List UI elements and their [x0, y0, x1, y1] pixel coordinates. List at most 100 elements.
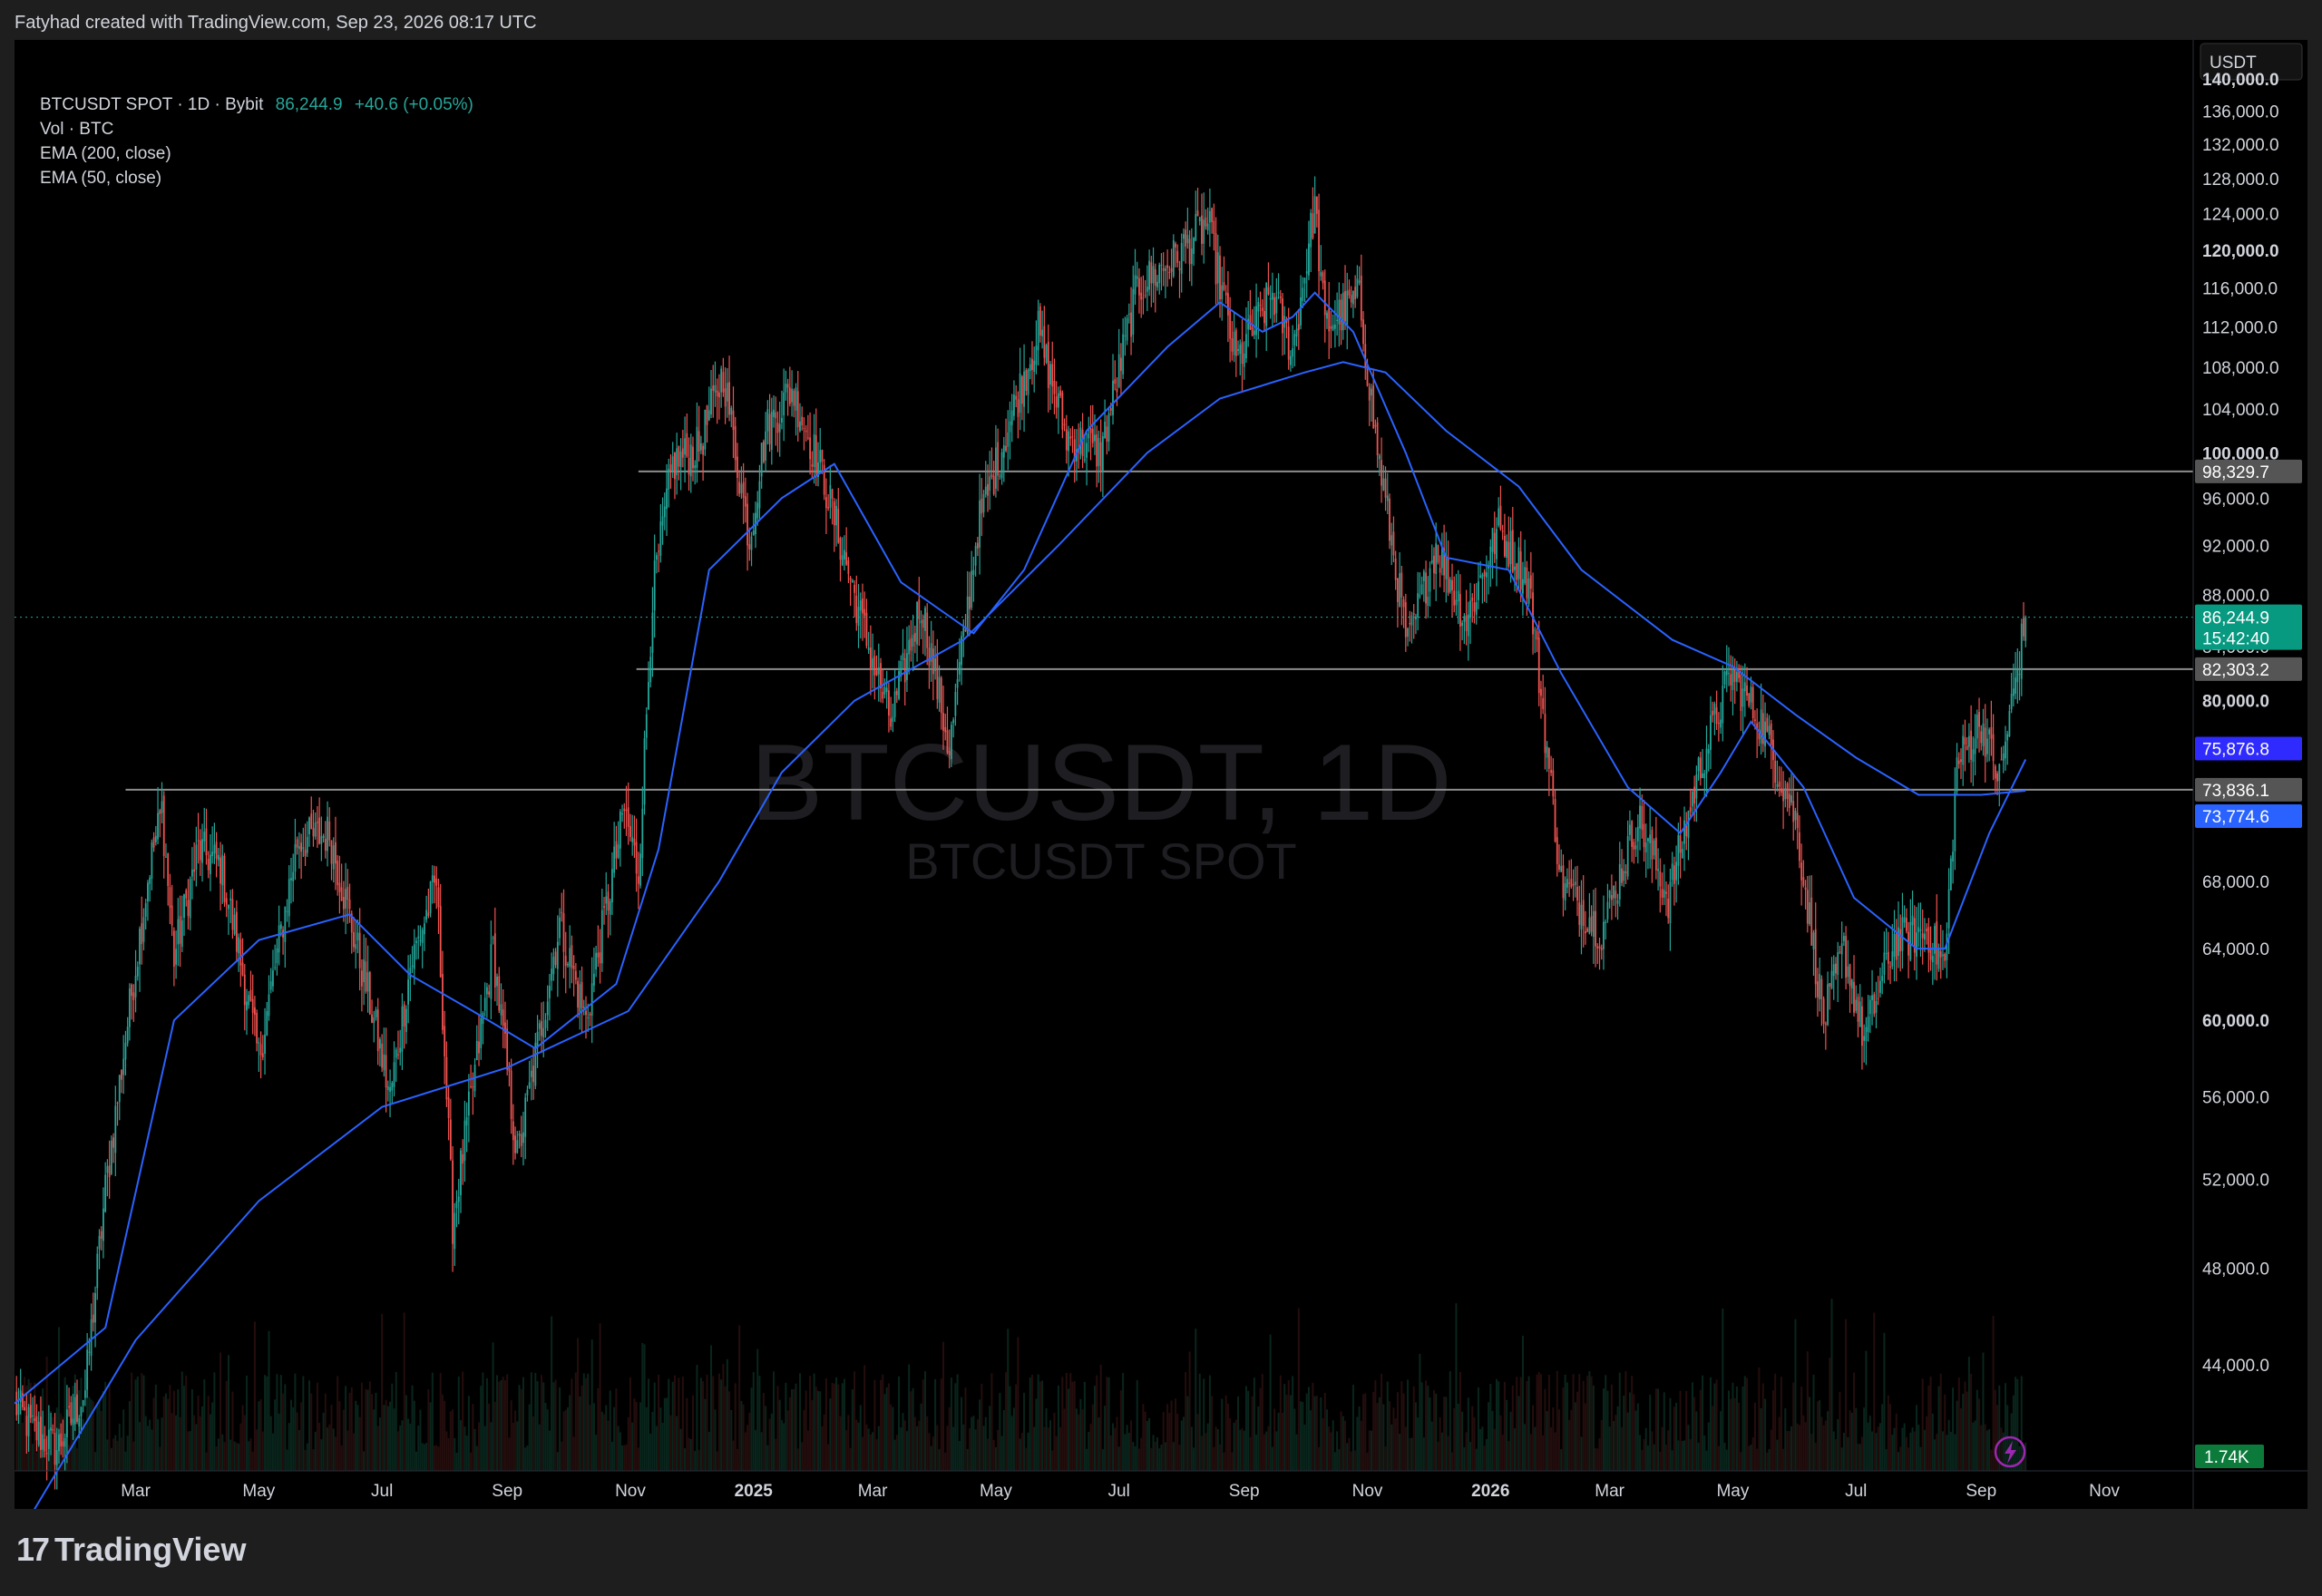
price-axis[interactable]: USDT 140,000.0136,000.0132,000.0128,000.…	[2200, 43, 2303, 1376]
volume-bar	[1427, 1386, 1429, 1471]
candle-body	[859, 600, 862, 611]
legend-ema200[interactable]: EMA (200, close)	[40, 141, 473, 166]
candle-body	[694, 465, 697, 469]
volume-bar	[126, 1435, 129, 1471]
volume-bar	[696, 1365, 698, 1471]
volume-bar	[1049, 1420, 1052, 1471]
volume-bar	[417, 1425, 420, 1471]
candle-body	[193, 869, 196, 872]
chart-canvas[interactable]: BTCUSDT, 1D BTCUSDT SPOT USDT 140,000.01…	[15, 40, 2307, 1509]
volume-bar	[1061, 1377, 1064, 1471]
volume-bar	[1738, 1402, 1741, 1471]
candle-body	[1633, 842, 1635, 850]
candle-body	[1263, 310, 1265, 324]
volume-bar	[83, 1426, 86, 1471]
volume-bar	[1865, 1350, 1868, 1471]
candle-body	[1616, 900, 1619, 904]
candle-body	[1201, 215, 1203, 244]
volume-bar	[609, 1390, 611, 1471]
candle-body	[1002, 444, 1005, 458]
volume-bar	[1106, 1377, 1108, 1471]
legend-symbol-row[interactable]: BTCUSDT SPOT · 1D · Bybit 86,244.9 +40.6…	[40, 92, 473, 117]
volume-bar	[391, 1383, 394, 1471]
volume-bar	[728, 1391, 731, 1471]
volume-bar	[1709, 1377, 1712, 1471]
volume-bar	[1348, 1437, 1351, 1471]
candle-body	[1764, 721, 1766, 746]
volume-bar	[378, 1417, 381, 1471]
volume-bar	[1152, 1435, 1155, 1471]
legend-ema50[interactable]: EMA (50, close)	[40, 166, 473, 190]
volume-bar	[1832, 1431, 1835, 1471]
volume-bar	[473, 1428, 476, 1471]
candle-body	[1669, 881, 1672, 924]
price-tick-label: 48,000.0	[2202, 1260, 2269, 1280]
volume-bar	[1809, 1396, 1811, 1471]
candle-body	[1031, 358, 1033, 370]
volume-bar	[472, 1404, 474, 1471]
volume-bar	[286, 1449, 288, 1471]
candle-body	[783, 392, 785, 416]
candle-body	[1071, 436, 1074, 438]
candle-body	[375, 1009, 377, 1017]
volume-bar	[1850, 1412, 1853, 1471]
candle-body	[1417, 593, 1420, 618]
volume-bar	[427, 1388, 430, 1471]
tradingview-logo[interactable]: 17 TradingView	[16, 1531, 246, 1569]
candle-body	[1221, 285, 1224, 299]
candle-body	[600, 910, 603, 964]
candle-body	[526, 1089, 529, 1095]
volume-bar	[648, 1378, 650, 1471]
volume-bar	[508, 1437, 511, 1471]
candle-body	[447, 1097, 450, 1119]
candle-body	[979, 500, 981, 548]
volume-bar	[1941, 1431, 1944, 1471]
price-tick-label: 136,000.0	[2202, 103, 2279, 122]
volume-bar	[1519, 1377, 1522, 1471]
volume-bar	[564, 1409, 567, 1471]
candle-body	[1295, 328, 1298, 337]
candle-body	[72, 1418, 74, 1426]
volume-bar	[882, 1374, 884, 1471]
volume-bar	[1073, 1380, 1076, 1471]
candle-body	[211, 852, 214, 857]
candle-body	[17, 1403, 20, 1415]
time-axis[interactable]: Mar May Jul Sep Nov 2025 Mar May Jul Sep Nov 2026 Ma…	[121, 1482, 2120, 1501]
volume-bar	[916, 1426, 919, 1471]
candle-body	[595, 952, 598, 970]
candle-body	[572, 965, 575, 969]
candle-body	[730, 407, 733, 415]
candle-body	[86, 1349, 89, 1390]
candle-body	[1592, 910, 1595, 938]
legend-volume[interactable]: Vol · BTC	[40, 117, 473, 141]
candle-body	[1812, 932, 1815, 949]
price-tick-label: 104,000.0	[2202, 401, 2279, 420]
volume-bar	[221, 1434, 224, 1471]
chart-panel[interactable]: BTCUSDT, 1D BTCUSDT SPOT USDT 140,000.0 1…	[15, 40, 2307, 1509]
time-tick-label: May	[242, 1482, 275, 1501]
volume-bar	[1265, 1431, 1268, 1471]
volume-bar	[952, 1426, 955, 1471]
candle-body	[419, 939, 422, 941]
candle-body	[732, 410, 735, 431]
volume-bar	[1916, 1405, 1918, 1471]
volume-bar	[1475, 1448, 1478, 1471]
candle-body	[1224, 292, 1227, 296]
candle-body	[1877, 998, 1879, 999]
candle-body	[35, 1416, 38, 1441]
candle-body	[649, 657, 652, 683]
volume-bar	[1109, 1435, 1112, 1471]
candle-body	[585, 1010, 587, 1016]
volume-bar	[2020, 1376, 2023, 1471]
volume-bar	[205, 1452, 208, 1471]
candle-body	[167, 853, 170, 887]
candle-body	[1089, 428, 1092, 433]
candle-body	[1323, 280, 1326, 316]
volume-bar	[605, 1405, 608, 1471]
candle-body	[29, 1405, 32, 1418]
candle-body	[1332, 325, 1334, 330]
candle-body	[1720, 719, 1722, 728]
volume-bar	[1939, 1373, 1942, 1471]
volume-bar	[1310, 1410, 1312, 1471]
volume-bar	[1445, 1396, 1448, 1471]
